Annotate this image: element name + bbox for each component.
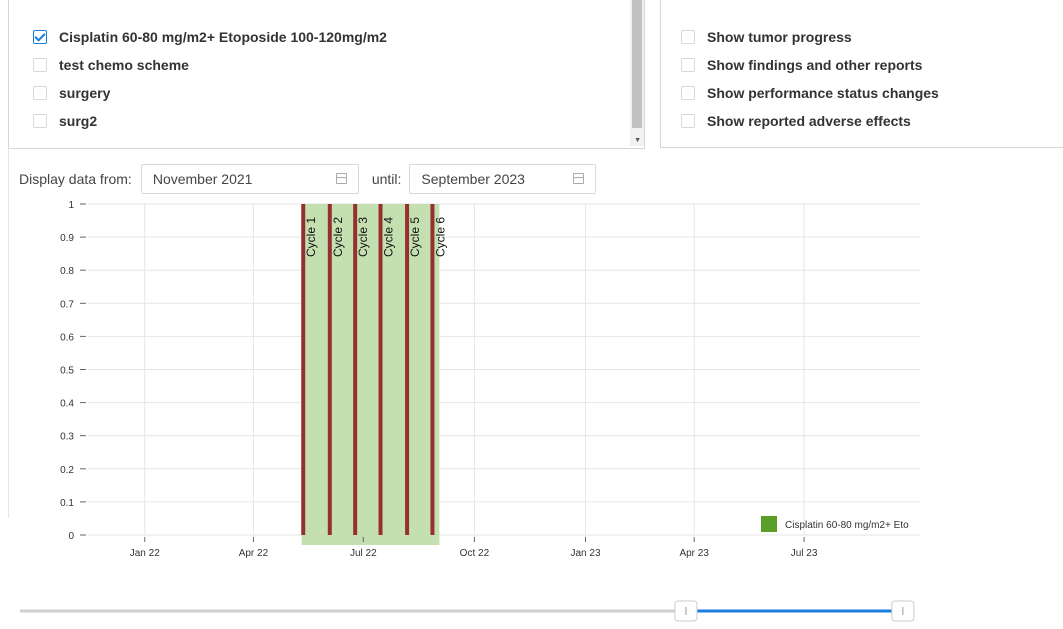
legend-label: Cisplatin 60-80 mg/m2+ Eto bbox=[785, 520, 909, 531]
from-date-picker[interactable]: November 2021 bbox=[140, 164, 359, 194]
until-date-picker[interactable]: September 2023 bbox=[409, 164, 597, 194]
cycle-label: Cycle 6 bbox=[433, 217, 447, 257]
cycle-label: Cycle 3 bbox=[356, 217, 370, 257]
scroll-down-arrow-icon[interactable]: ▼ bbox=[634, 137, 641, 144]
treatment-option-label: test chemo scheme bbox=[59, 57, 189, 73]
y-tick-label: 0.3 bbox=[60, 432, 74, 443]
date-range-row: Display data from: November 2021 until: … bbox=[19, 163, 597, 195]
treatment-timeline-chart: Cycle 1 Cycle 2 Cycle 3 Cycle 4 Cycle 5 Cycle… bbox=[60, 200, 920, 559]
treatment-option-surg2[interactable]: surg2 bbox=[33, 111, 97, 131]
x-tick-label: Apr 22 bbox=[239, 548, 269, 559]
option-label: Show reported adverse effects bbox=[707, 113, 911, 129]
option-label: Show findings and other reports bbox=[707, 57, 923, 73]
cycle-label: Cycle 2 bbox=[331, 217, 345, 257]
x-tick-label: Jan 22 bbox=[130, 548, 160, 559]
time-range-slider[interactable] bbox=[0, 595, 1063, 629]
x-tick-label: Apr 23 bbox=[679, 548, 709, 559]
checkbox[interactable] bbox=[681, 30, 695, 44]
x-tick-label: Oct 22 bbox=[460, 548, 490, 559]
checkbox-checked[interactable] bbox=[33, 30, 47, 44]
option-show-performance-status[interactable]: Show performance status changes bbox=[681, 83, 939, 103]
y-tick-label: 0.9 bbox=[60, 233, 74, 244]
x-tick-label: Jan 23 bbox=[570, 548, 600, 559]
chart-legend: Cisplatin 60-80 mg/m2+ Eto bbox=[761, 516, 909, 532]
treatment-option-label: surgery bbox=[59, 85, 111, 101]
cycle-label: Cycle 4 bbox=[382, 217, 396, 257]
checkbox[interactable] bbox=[681, 114, 695, 128]
y-gridlines bbox=[88, 203, 920, 536]
display-options-panel: Show tumor progress Show findings and ot… bbox=[660, 0, 1063, 148]
checkbox[interactable] bbox=[681, 86, 695, 100]
cycle-label: Cycle 5 bbox=[408, 217, 422, 257]
checkbox[interactable] bbox=[33, 86, 47, 100]
calendar-icon bbox=[573, 173, 585, 184]
treatment-option-label: Cisplatin 60-80 mg/m2+ Etoposide 100-120… bbox=[59, 29, 387, 45]
x-tick-label: Jul 23 bbox=[791, 548, 818, 559]
option-label: Show performance status changes bbox=[707, 85, 939, 101]
treatment-option-test-chemo[interactable]: test chemo scheme bbox=[33, 55, 189, 75]
option-show-adverse-effects[interactable]: Show reported adverse effects bbox=[681, 111, 911, 131]
y-tick-label: 0.7 bbox=[60, 299, 74, 310]
until-label: until: bbox=[371, 171, 402, 187]
cycle-label: Cycle 1 bbox=[304, 217, 318, 257]
checkbox[interactable] bbox=[33, 58, 47, 72]
option-label: Show tumor progress bbox=[707, 29, 852, 45]
treatment-option-cisplatin[interactable]: Cisplatin 60-80 mg/m2+ Etoposide 100-120… bbox=[33, 27, 387, 47]
list-scrollbar-thumb[interactable] bbox=[632, 0, 642, 128]
y-tick-label: 0.8 bbox=[60, 266, 74, 277]
y-tick-label: 0 bbox=[68, 531, 74, 542]
treatment-list-panel: Cisplatin 60-80 mg/m2+ Etoposide 100-120… bbox=[8, 0, 645, 149]
y-axis: 0 0.1 0.2 0.3 0.4 0.5 0.6 0.7 0.8 0.9 1 bbox=[60, 200, 86, 542]
treatment-option-surgery[interactable]: surgery bbox=[33, 83, 110, 103]
y-tick-label: 0.4 bbox=[60, 399, 74, 410]
until-date-value: September 2023 bbox=[421, 171, 525, 187]
y-tick-label: 0.1 bbox=[60, 498, 74, 509]
checkbox[interactable] bbox=[681, 58, 695, 72]
x-axis: Jan 22 Apr 22 Jul 22 Oct 22 Jan 23 Apr 23 Jul … bbox=[130, 537, 818, 559]
option-show-tumor-progress[interactable]: Show tumor progress bbox=[681, 27, 852, 47]
from-date-value: November 2021 bbox=[152, 171, 253, 187]
y-tick-label: 1 bbox=[68, 200, 74, 211]
legend-swatch bbox=[761, 516, 777, 532]
treatment-option-label: surg2 bbox=[59, 113, 98, 129]
calendar-icon bbox=[335, 173, 347, 184]
from-label: Display data from: bbox=[19, 171, 132, 187]
checkbox[interactable] bbox=[33, 114, 47, 128]
x-tick-label: Jul 22 bbox=[350, 548, 377, 559]
y-tick-label: 0.6 bbox=[60, 332, 74, 343]
y-tick-label: 0.2 bbox=[60, 465, 74, 476]
option-show-findings[interactable]: Show findings and other reports bbox=[681, 55, 922, 75]
y-tick-label: 0.5 bbox=[60, 366, 74, 377]
list-scrollbar[interactable]: ▼ bbox=[630, 0, 644, 146]
